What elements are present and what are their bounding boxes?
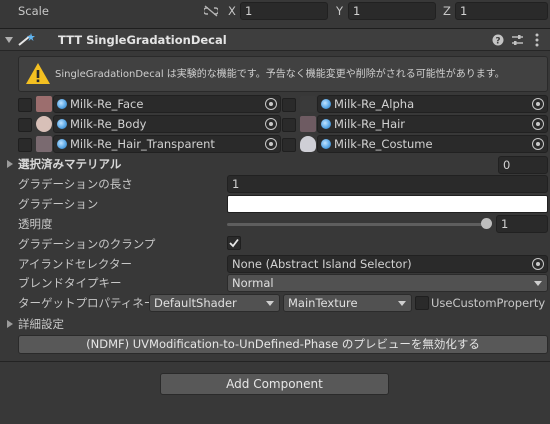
object-picker-icon[interactable] bbox=[265, 138, 277, 150]
selected-materials-count[interactable]: 0 bbox=[498, 156, 548, 174]
fold-closed-icon[interactable] bbox=[7, 320, 13, 328]
material-icon bbox=[321, 139, 331, 149]
material-name: Milk-Re_Hair_Transparent bbox=[70, 137, 215, 151]
material-checkbox[interactable] bbox=[282, 138, 296, 152]
material-field[interactable]: Milk-Re_Alpha bbox=[317, 95, 548, 113]
scale-z-label: Z bbox=[443, 4, 451, 18]
link-scale-icon[interactable] bbox=[204, 5, 218, 17]
script-wand-icon bbox=[18, 33, 35, 46]
material-name: Milk-Re_Face bbox=[70, 97, 144, 111]
scale-y-label: Y bbox=[336, 4, 344, 18]
island-selector-label: アイランドセレクター bbox=[18, 257, 132, 271]
island-selector-value: None (Abstract Island Selector) bbox=[232, 257, 412, 271]
material-thumbnail bbox=[300, 136, 316, 152]
material-icon bbox=[57, 139, 67, 149]
object-picker-icon[interactable] bbox=[265, 98, 277, 110]
svg-text:?: ? bbox=[495, 36, 500, 46]
gradation-label: グラデーション bbox=[18, 197, 99, 211]
material-thumbnail bbox=[300, 96, 316, 112]
material-thumbnail bbox=[36, 96, 52, 112]
material-checkbox[interactable] bbox=[282, 98, 296, 112]
material-field[interactable]: Milk-Re_Body bbox=[53, 115, 281, 133]
component-title: TTT SingleGradationDecal bbox=[58, 33, 227, 47]
alpha-field[interactable]: 1 bbox=[496, 215, 548, 233]
alpha-slider-handle[interactable] bbox=[481, 218, 492, 229]
material-name: Milk-Re_Alpha bbox=[334, 97, 415, 111]
material-icon bbox=[57, 119, 67, 129]
section-divider bbox=[0, 361, 550, 362]
experimental-warning-box: SingleGradationDecal は実験的な機能です。予告なく機能変更や… bbox=[18, 56, 548, 92]
object-picker-icon[interactable] bbox=[532, 118, 544, 130]
material-name: Milk-Re_Costume bbox=[334, 137, 433, 151]
gradation-length-label: グラデーションの長さ bbox=[18, 177, 133, 191]
object-picker-icon[interactable] bbox=[532, 138, 544, 150]
blend-type-dropdown[interactable]: Normal bbox=[227, 274, 548, 292]
material-thumbnail bbox=[300, 116, 316, 132]
alpha-slider-track[interactable] bbox=[227, 223, 489, 226]
material-field[interactable]: Milk-Re_Costume bbox=[317, 135, 548, 153]
gradation-clamp-label: グラデーションのクランプ bbox=[18, 237, 156, 251]
scale-label: Scale bbox=[18, 4, 49, 18]
material-thumbnail bbox=[36, 116, 52, 132]
scale-y-field[interactable]: 1 bbox=[348, 2, 436, 20]
fold-closed-icon[interactable] bbox=[7, 160, 13, 168]
material-icon bbox=[321, 99, 331, 109]
blend-type-label: ブレンドタイプキー bbox=[18, 276, 122, 290]
target-property-label: ターゲットプロパティネーム bbox=[18, 296, 167, 310]
selected-materials-label[interactable]: 選択済みマテリアル bbox=[18, 156, 121, 172]
material-field[interactable]: Milk-Re_Hair_Transparent bbox=[53, 135, 281, 153]
scale-x-field[interactable]: 1 bbox=[240, 2, 328, 20]
material-field[interactable]: Milk-Re_Face bbox=[53, 95, 281, 113]
material-checkbox[interactable] bbox=[282, 118, 296, 132]
use-custom-property-label: UseCustomProperty bbox=[431, 296, 546, 310]
chevron-down-icon bbox=[398, 301, 406, 306]
checkmark-icon bbox=[229, 238, 239, 248]
component-header[interactable]: TTT SingleGradationDecal ? bbox=[0, 29, 550, 51]
scale-z-field[interactable]: 1 bbox=[455, 2, 548, 20]
scale-x-label: X bbox=[228, 4, 236, 18]
material-checkbox[interactable] bbox=[18, 118, 32, 132]
blend-type-value: Normal bbox=[232, 276, 274, 290]
island-selector-field[interactable]: None (Abstract Island Selector) bbox=[227, 255, 548, 273]
object-picker-icon[interactable] bbox=[532, 98, 544, 110]
shader-dropdown[interactable]: DefaultShader bbox=[149, 294, 280, 312]
object-picker-icon[interactable] bbox=[265, 118, 277, 130]
warning-text: SingleGradationDecal は実験的な機能です。予告なく機能変更や… bbox=[55, 69, 505, 80]
chevron-down-icon bbox=[534, 281, 542, 286]
material-checkbox[interactable] bbox=[18, 98, 32, 112]
help-icon[interactable]: ? bbox=[492, 34, 504, 46]
texture-value: MainTexture bbox=[288, 296, 358, 310]
material-field[interactable]: Milk-Re_Hair bbox=[317, 115, 548, 133]
presets-icon[interactable] bbox=[511, 34, 524, 46]
fold-open-icon[interactable] bbox=[5, 37, 13, 43]
texture-dropdown[interactable]: MainTexture bbox=[283, 294, 412, 312]
gradation-clamp-checkbox[interactable] bbox=[227, 236, 241, 250]
details-label[interactable]: 詳細設定 bbox=[18, 316, 64, 332]
material-thumbnail bbox=[36, 136, 52, 152]
object-picker-icon[interactable] bbox=[532, 258, 544, 270]
material-checkbox[interactable] bbox=[18, 138, 32, 152]
chevron-down-icon bbox=[266, 301, 274, 306]
alpha-label: 透明度 bbox=[18, 217, 53, 231]
material-name: Milk-Re_Body bbox=[70, 117, 147, 131]
material-icon bbox=[57, 99, 67, 109]
gradation-length-field[interactable]: 1 bbox=[227, 175, 548, 193]
use-custom-property-checkbox[interactable] bbox=[415, 296, 429, 310]
material-icon bbox=[321, 119, 331, 129]
shader-value: DefaultShader bbox=[154, 296, 237, 310]
add-component-button[interactable]: Add Component bbox=[160, 373, 389, 395]
ndmf-preview-toggle-button[interactable]: (NDMF) UVModification-to-UnDefined-Phase… bbox=[18, 335, 548, 354]
material-name: Milk-Re_Hair bbox=[334, 117, 406, 131]
gradation-swatch[interactable] bbox=[227, 195, 548, 213]
context-menu-icon[interactable] bbox=[534, 33, 540, 47]
warning-icon bbox=[26, 63, 50, 84]
